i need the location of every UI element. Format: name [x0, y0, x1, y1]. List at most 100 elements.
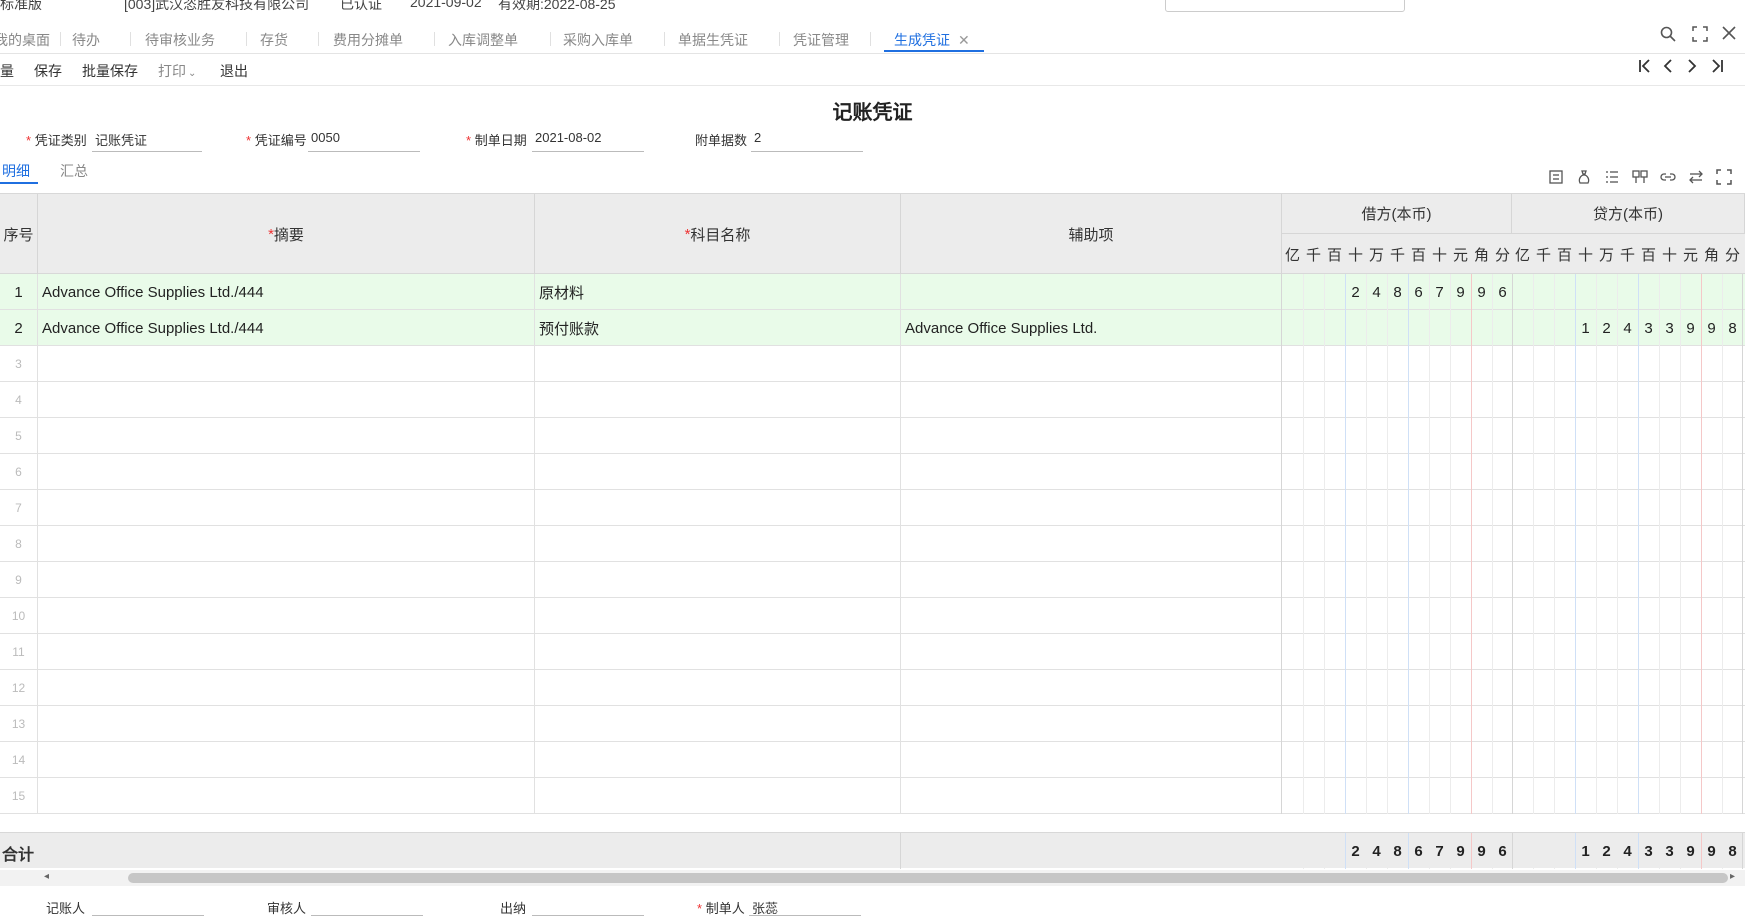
- aux-cell[interactable]: [901, 634, 1282, 670]
- voucher-type-value[interactable]: 记账凭证: [92, 130, 202, 152]
- link-icon[interactable]: [1660, 169, 1676, 189]
- table-row[interactable]: 10: [0, 598, 1745, 634]
- summary-cell[interactable]: [38, 490, 535, 526]
- summary-cell[interactable]: [38, 778, 535, 814]
- account-cell[interactable]: 原材料: [535, 274, 901, 310]
- aux-cell[interactable]: [901, 346, 1282, 382]
- bookkeeper-value[interactable]: [92, 898, 204, 916]
- voucher-date-field[interactable]: * 制单日期 2021-08-02: [466, 130, 646, 152]
- table-row[interactable]: 12: [0, 670, 1745, 706]
- table-row[interactable]: 3: [0, 346, 1745, 382]
- account-cell[interactable]: [535, 346, 901, 382]
- maker-field[interactable]: * 制单人 张蕊: [697, 898, 861, 916]
- money-bag-icon[interactable]: [1576, 169, 1592, 189]
- voucher-number-field[interactable]: * 凭证编号 0050: [246, 130, 426, 152]
- aux-cell[interactable]: [901, 490, 1282, 526]
- account-cell[interactable]: [535, 562, 901, 598]
- save-button[interactable]: 保存: [34, 61, 62, 81]
- insert-row-icon[interactable]: [1548, 169, 1564, 189]
- summary-cell[interactable]: [38, 418, 535, 454]
- aux-cell[interactable]: [901, 778, 1282, 814]
- scroll-thumb[interactable]: [128, 873, 1728, 883]
- account-cell[interactable]: [535, 598, 901, 634]
- tab-voucher-management[interactable]: 凭证管理: [793, 30, 849, 50]
- aux-cell[interactable]: [901, 598, 1282, 634]
- tab-stock-adjustment[interactable]: 入库调整单: [448, 30, 518, 50]
- search-input[interactable]: [1165, 0, 1405, 12]
- print-button[interactable]: 打印 ⌄: [158, 61, 196, 81]
- summary-cell[interactable]: [38, 346, 535, 382]
- summary-cell[interactable]: [38, 706, 535, 742]
- attachment-count-field[interactable]: 附单据数 2: [695, 130, 875, 152]
- aux-cell[interactable]: [901, 274, 1282, 310]
- cashier-field[interactable]: 出纳: [500, 898, 644, 916]
- aux-cell[interactable]: [901, 418, 1282, 454]
- fullscreen-icon[interactable]: [1716, 169, 1732, 189]
- summary-cell[interactable]: [38, 562, 535, 598]
- account-cell[interactable]: [535, 418, 901, 454]
- table-row[interactable]: 11: [0, 634, 1745, 670]
- aux-cell[interactable]: [901, 382, 1282, 418]
- reviewer-value[interactable]: [311, 898, 423, 916]
- table-row[interactable]: 15: [0, 778, 1745, 814]
- tab-bill-to-voucher[interactable]: 单据生凭证: [678, 30, 748, 50]
- table-row[interactable]: 7: [0, 490, 1745, 526]
- account-cell[interactable]: [535, 742, 901, 778]
- exit-button[interactable]: 退出: [220, 61, 248, 81]
- account-cell[interactable]: [535, 490, 901, 526]
- table-row[interactable]: 14: [0, 742, 1745, 778]
- table-row[interactable]: 6: [0, 454, 1745, 490]
- first-record-icon[interactable]: [1638, 58, 1652, 79]
- scroll-left-icon[interactable]: ◂: [44, 871, 49, 882]
- voucher-date-value[interactable]: 2021-08-02: [532, 130, 644, 152]
- table-row[interactable]: 1 Advance Office Supplies Ltd./444 原材料 2 4 8 6…: [0, 274, 1745, 310]
- tab-detail[interactable]: 明细: [2, 161, 30, 181]
- horizontal-scrollbar[interactable]: ◂ ▸: [0, 870, 1745, 886]
- batch-button[interactable]: 量: [0, 61, 14, 81]
- account-cell[interactable]: [535, 382, 901, 418]
- table-row[interactable]: 9: [0, 562, 1745, 598]
- summary-cell[interactable]: [38, 634, 535, 670]
- tab-expense-allocation[interactable]: 费用分摊单: [333, 30, 403, 50]
- summary-cell[interactable]: Advance Office Supplies Ltd./444: [38, 274, 535, 310]
- company-name[interactable]: [003]武汉恣胜友科技有限公司: [124, 0, 309, 12]
- account-cell[interactable]: [535, 706, 901, 742]
- tab-desktop[interactable]: 我的桌面: [0, 30, 50, 50]
- swap-icon[interactable]: [1688, 169, 1704, 189]
- scroll-right-icon[interactable]: ▸: [1730, 871, 1735, 882]
- tab-generate-voucher[interactable]: 生成凭证 ✕: [894, 30, 970, 50]
- bookkeeper-field[interactable]: 记账人: [46, 898, 204, 916]
- account-cell[interactable]: [535, 454, 901, 490]
- reviewer-field[interactable]: 审核人: [267, 898, 423, 916]
- summary-cell[interactable]: [38, 382, 535, 418]
- table-row[interactable]: 8: [0, 526, 1745, 562]
- aux-cell[interactable]: [901, 454, 1282, 490]
- columns-icon[interactable]: [1632, 169, 1648, 189]
- list-settings-icon[interactable]: [1604, 169, 1620, 189]
- aux-cell[interactable]: [901, 670, 1282, 706]
- account-cell[interactable]: [535, 634, 901, 670]
- table-row[interactable]: 5: [0, 418, 1745, 454]
- table-row[interactable]: 13: [0, 706, 1745, 742]
- table-row[interactable]: 2 Advance Office Supplies Ltd./444 预付账款 Adv…: [0, 310, 1745, 346]
- table-row[interactable]: 4: [0, 382, 1745, 418]
- tab-inventory[interactable]: 存货: [260, 30, 288, 50]
- account-cell[interactable]: 预付账款: [535, 310, 901, 346]
- close-window-icon[interactable]: [1722, 26, 1736, 45]
- account-cell[interactable]: [535, 670, 901, 706]
- account-cell[interactable]: [535, 526, 901, 562]
- summary-cell[interactable]: [38, 454, 535, 490]
- aux-cell[interactable]: Advance Office Supplies Ltd.: [901, 310, 1282, 346]
- close-icon[interactable]: ✕: [958, 32, 970, 48]
- tab-summary[interactable]: 汇总: [60, 161, 88, 181]
- attachment-count-value[interactable]: 2: [751, 130, 863, 152]
- batch-save-button[interactable]: 批量保存: [82, 61, 138, 81]
- aux-cell[interactable]: [901, 526, 1282, 562]
- aux-cell[interactable]: [901, 742, 1282, 778]
- aux-cell[interactable]: [901, 706, 1282, 742]
- summary-cell[interactable]: [38, 526, 535, 562]
- voucher-number-value[interactable]: 0050: [308, 130, 420, 152]
- summary-cell[interactable]: [38, 670, 535, 706]
- maximize-icon[interactable]: [1692, 26, 1708, 47]
- aux-cell[interactable]: [901, 562, 1282, 598]
